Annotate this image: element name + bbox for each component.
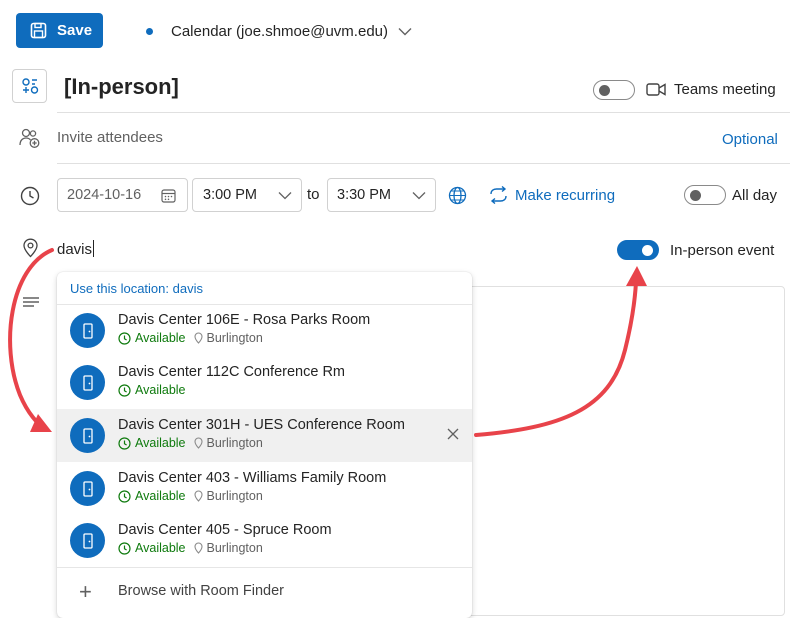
annotation-arrowhead-right xyxy=(626,266,647,286)
close-icon[interactable] xyxy=(446,427,460,441)
all-day-label: All day xyxy=(732,187,778,204)
use-this-location-option[interactable]: Use this location: davis xyxy=(70,281,203,296)
room-meta: Available Burlington xyxy=(118,541,263,555)
clock-small-icon xyxy=(118,541,131,555)
room-meta: Available Burlington xyxy=(118,331,263,345)
room-city: Burlington xyxy=(206,489,263,503)
globe-icon[interactable] xyxy=(448,186,467,205)
location-pin-icon xyxy=(23,238,38,258)
room-city: Burlington xyxy=(206,436,263,450)
event-type-button[interactable] xyxy=(12,69,47,103)
save-icon xyxy=(30,22,47,39)
room-meta: Available xyxy=(118,383,186,397)
text-caret xyxy=(93,240,95,257)
clock-small-icon xyxy=(118,489,131,503)
to-label: to xyxy=(307,186,320,203)
optional-attendees-link[interactable]: Optional xyxy=(722,131,778,148)
room-name: Davis Center 301H - UES Conference Room xyxy=(118,417,405,433)
room-meta: Available Burlington xyxy=(118,489,263,503)
room-city: Burlington xyxy=(206,541,263,555)
room-suggestion[interactable]: Davis Center 405 - Spruce Room Available… xyxy=(57,514,472,567)
availability-status: Available xyxy=(135,331,186,345)
availability-status: Available xyxy=(135,541,186,555)
start-time-select[interactable]: 3:00 PM xyxy=(192,178,302,212)
room-avatar xyxy=(70,418,105,453)
room-avatar xyxy=(70,365,105,400)
repeat-icon xyxy=(490,186,507,204)
in-person-event-label: In-person event xyxy=(670,242,775,259)
end-time-select[interactable]: 3:30 PM xyxy=(327,178,436,212)
end-time-value: 3:30 PM xyxy=(337,187,391,203)
room-name: Davis Center 106E - Rosa Parks Room xyxy=(118,312,371,328)
room-suggestion[interactable]: Davis Center 112C Conference Rm Availabl… xyxy=(57,356,472,409)
in-person-event-toggle[interactable] xyxy=(617,240,659,260)
make-recurring-button[interactable]: Make recurring xyxy=(489,186,615,204)
teams-meeting-toggle[interactable] xyxy=(593,80,635,100)
chevron-down-icon xyxy=(398,27,412,35)
room-avatar xyxy=(70,523,105,558)
browse-room-finder-button[interactable]: + Browse with Room Finder xyxy=(57,568,472,618)
start-date-field[interactable]: 2024-10-16 xyxy=(57,178,188,212)
divider xyxy=(57,112,790,113)
event-title-input[interactable]: [In-person] xyxy=(64,74,179,100)
door-icon xyxy=(82,427,93,444)
room-suggestion[interactable]: Davis Center 403 - Williams Family Room … xyxy=(57,462,472,515)
event-type-icon xyxy=(21,78,38,94)
invite-attendees-input[interactable]: Invite attendees xyxy=(57,129,163,146)
toggle-knob xyxy=(690,190,701,201)
annotation-arrow-left xyxy=(8,248,54,430)
availability-status: Available xyxy=(135,383,186,397)
pin-small-icon xyxy=(193,490,203,502)
door-icon xyxy=(82,480,93,497)
availability-status: Available xyxy=(135,436,186,450)
clock-small-icon xyxy=(118,331,131,345)
location-suggestions-dropdown: Use this location: davis Davis Center 10… xyxy=(57,272,472,618)
door-icon xyxy=(82,532,93,549)
toggle-knob xyxy=(599,85,610,96)
door-icon xyxy=(82,322,93,339)
annotation-arrowhead-left xyxy=(30,414,52,432)
chevron-down-icon xyxy=(278,192,292,200)
start-date-value: 2024-10-16 xyxy=(67,187,142,203)
location-value: davis xyxy=(57,241,93,258)
plus-icon: + xyxy=(79,579,92,604)
room-city: Burlington xyxy=(206,331,263,345)
start-time-value: 3:00 PM xyxy=(203,187,257,203)
availability-status: Available xyxy=(135,489,186,503)
text-lines-icon xyxy=(23,297,39,307)
all-day-toggle[interactable] xyxy=(684,185,726,205)
pin-small-icon xyxy=(193,332,203,344)
clock-small-icon xyxy=(118,383,131,397)
room-meta: Available Burlington xyxy=(118,436,263,450)
save-label: Save xyxy=(57,22,93,39)
teams-meeting-label: Teams meeting xyxy=(674,81,776,98)
room-name: Davis Center 405 - Spruce Room xyxy=(118,522,332,538)
pin-small-icon xyxy=(193,542,203,554)
calendar-selector[interactable]: Calendar (joe.shmoe@uvm.edu) xyxy=(146,20,412,42)
browse-room-finder-label: Browse with Room Finder xyxy=(118,583,284,599)
toggle-knob xyxy=(642,245,653,256)
divider xyxy=(57,163,790,164)
room-name: Davis Center 112C Conference Rm xyxy=(118,364,345,380)
clock-small-icon xyxy=(118,436,131,450)
room-name: Davis Center 403 - Williams Family Room xyxy=(118,470,387,486)
room-avatar xyxy=(70,471,105,506)
door-icon xyxy=(82,374,93,391)
room-suggestion[interactable]: Davis Center 106E - Rosa Parks Room Avai… xyxy=(57,304,472,357)
calendar-color-dot xyxy=(146,27,153,35)
clock-icon xyxy=(20,186,40,206)
room-avatar xyxy=(70,313,105,348)
calendar-label: Calendar (joe.shmoe@uvm.edu) xyxy=(171,22,388,40)
video-camera-icon xyxy=(646,83,666,96)
chevron-down-icon xyxy=(412,192,426,200)
make-recurring-label: Make recurring xyxy=(515,186,616,204)
pin-small-icon xyxy=(193,437,203,449)
people-add-icon xyxy=(19,128,40,148)
calendar-icon[interactable] xyxy=(161,188,176,203)
location-input[interactable]: davis xyxy=(57,240,95,258)
save-button[interactable]: Save xyxy=(16,13,103,48)
room-suggestion[interactable]: Davis Center 301H - UES Conference Room … xyxy=(57,409,472,462)
